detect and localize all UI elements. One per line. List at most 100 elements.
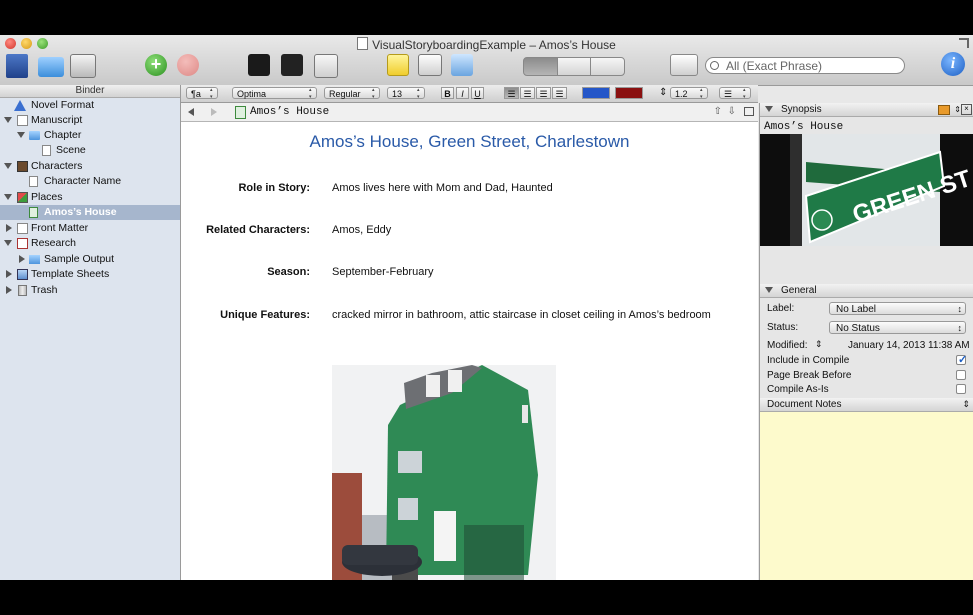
- binder-item-template-sheets[interactable]: Template Sheets: [0, 267, 180, 282]
- notes-stepper-icon[interactable]: ⇕: [962, 398, 970, 411]
- align-left-button[interactable]: ☰: [504, 87, 519, 99]
- disclosure-triangle-icon[interactable]: [19, 255, 25, 263]
- status-popup[interactable]: No Status: [829, 321, 966, 335]
- previous-document-icon[interactable]: ⇧: [714, 106, 722, 117]
- disclosure-triangle-icon[interactable]: [6, 270, 12, 278]
- compose-mode-button[interactable]: [70, 54, 96, 78]
- add-document-button[interactable]: +: [145, 54, 167, 76]
- italic-button[interactable]: I: [456, 87, 469, 99]
- collections-folder-button[interactable]: [38, 57, 64, 77]
- disclosure-triangle-icon[interactable]: [4, 240, 12, 246]
- search-field[interactable]: All (Exact Phrase): [705, 57, 905, 74]
- line-spacing-popup[interactable]: 1.2: [670, 87, 708, 101]
- quick-reference-icon[interactable]: [670, 54, 698, 76]
- document-notes-header[interactable]: Document Notes ⇕: [760, 398, 973, 412]
- justify-button[interactable]: ☰: [552, 87, 567, 99]
- align-center-button[interactable]: ☰: [520, 87, 535, 99]
- disclosure-triangle-icon[interactable]: [4, 194, 12, 200]
- binder-toggle-button[interactable]: [6, 54, 28, 78]
- search-placeholder: All (Exact Phrase): [726, 59, 823, 73]
- binder-item-places[interactable]: Places: [0, 190, 180, 205]
- editor-header-bar: Amos’s House ⇧ ⇩: [181, 103, 758, 122]
- delete-document-button[interactable]: [177, 54, 199, 76]
- binder-item-label: Scene: [56, 144, 86, 156]
- group-mode-corkboard[interactable]: [557, 57, 591, 76]
- binder-item-chapter[interactable]: Chapter: [0, 128, 180, 143]
- green-street-sign-image: GREEN ST: [760, 134, 973, 246]
- binder-item-amos-house[interactable]: Amos’s House: [0, 205, 180, 220]
- document-icon: [357, 37, 369, 50]
- underline-button[interactable]: U: [471, 87, 484, 99]
- font-weight-popup[interactable]: Regular: [324, 87, 380, 101]
- disclosure-triangle-icon[interactable]: [765, 287, 773, 293]
- disclosure-triangle-icon[interactable]: [17, 132, 25, 138]
- toolbar: VisualStoryboardingExample – Amos’s Hous…: [0, 35, 973, 86]
- disclosure-triangle-icon[interactable]: [6, 286, 12, 294]
- green-house-image: [332, 365, 556, 580]
- group-mode-scrivenings[interactable]: [523, 57, 558, 76]
- list-style-popup[interactable]: ☰: [719, 87, 751, 101]
- checkmark-icon: ✓: [958, 354, 968, 366]
- split-editor-icon[interactable]: [248, 54, 270, 76]
- field-label-role: Role in Story:: [238, 182, 310, 194]
- font-family-popup[interactable]: Optima: [232, 87, 317, 101]
- document-notes-area[interactable]: [760, 412, 973, 580]
- disclosure-triangle-icon[interactable]: [4, 117, 12, 123]
- editor-header-title[interactable]: Amos’s House: [250, 106, 329, 118]
- binder-item-scene[interactable]: Scene: [0, 143, 180, 158]
- align-right-button[interactable]: ☰: [536, 87, 551, 99]
- label-popup[interactable]: No Label: [829, 302, 966, 316]
- text-editor[interactable]: Amos’s House, Green Street, Charlestown …: [181, 122, 758, 580]
- page-break-before-checkbox[interactable]: [956, 370, 966, 380]
- fullscreen-icon[interactable]: [959, 38, 969, 48]
- compile-as-is-checkbox[interactable]: [956, 384, 966, 394]
- image-synopsis-icon[interactable]: [938, 105, 950, 115]
- close-synopsis-icon[interactable]: ×: [961, 104, 972, 115]
- binder-item-novel-format[interactable]: Novel Format: [0, 98, 180, 113]
- group-mode-outliner[interactable]: [590, 57, 625, 76]
- binder-item-label: Novel Format: [31, 99, 95, 111]
- line-spacing-icon: ⇕: [659, 87, 668, 98]
- text-color-well[interactable]: [582, 87, 610, 99]
- synopsis-header: Synopsis ⇕ ×: [760, 103, 973, 117]
- binder-sidebar: Binder Novel Format Manuscript Chapter S…: [0, 85, 181, 580]
- font-size-popup[interactable]: 13: [387, 87, 425, 101]
- trash-icon: [18, 285, 27, 296]
- binder-item-label: Manuscript: [31, 114, 83, 126]
- forward-arrow-icon[interactable]: [211, 108, 217, 116]
- modified-value: January 14, 2013 11:38 AM: [848, 340, 970, 351]
- stepper-icon[interactable]: ⇕: [954, 103, 961, 116]
- back-arrow-icon[interactable]: [188, 108, 194, 116]
- modified-stepper-icon[interactable]: ⇕: [815, 339, 823, 350]
- layout-icon[interactable]: [418, 54, 442, 76]
- binder-item-trash[interactable]: Trash: [0, 283, 180, 298]
- keywords-icon[interactable]: [281, 54, 303, 76]
- binder-item-sample-output[interactable]: Sample Output: [0, 252, 180, 267]
- house-photo: [332, 365, 556, 580]
- binder-item-label: Research: [31, 237, 76, 249]
- place-sheet-icon: [29, 207, 38, 218]
- binder-item-characters[interactable]: Characters: [0, 159, 180, 174]
- split-view-icon[interactable]: [744, 107, 754, 116]
- disclosure-triangle-icon[interactable]: [4, 163, 12, 169]
- note-icon[interactable]: [387, 54, 409, 76]
- binder-item-front-matter[interactable]: Front Matter: [0, 221, 180, 236]
- synopsis-title[interactable]: Amos’s House: [764, 121, 843, 133]
- disclosure-triangle-icon[interactable]: [765, 106, 773, 112]
- expand-icon[interactable]: [314, 54, 338, 78]
- binder-item-manuscript[interactable]: Manuscript: [0, 113, 180, 128]
- paragraph-style-popup[interactable]: ¶a: [186, 87, 218, 101]
- binder-item-research[interactable]: Research: [0, 236, 180, 251]
- next-document-icon[interactable]: ⇩: [728, 106, 736, 117]
- inspector-toggle-button[interactable]: i: [941, 52, 965, 76]
- binder-item-character-name[interactable]: Character Name: [0, 174, 180, 189]
- snapshot-icon[interactable]: [451, 54, 473, 76]
- bold-button[interactable]: B: [441, 87, 454, 99]
- disclosure-triangle-icon[interactable]: [6, 224, 12, 232]
- status-field-label: Status:: [767, 322, 799, 333]
- binder-item-label: Sample Output: [44, 253, 115, 265]
- field-label-season: Season:: [267, 266, 310, 278]
- synopsis-image[interactable]: GREEN ST: [760, 134, 973, 246]
- include-in-compile-checkbox[interactable]: ✓: [956, 354, 968, 366]
- highlight-color-well[interactable]: [615, 87, 643, 99]
